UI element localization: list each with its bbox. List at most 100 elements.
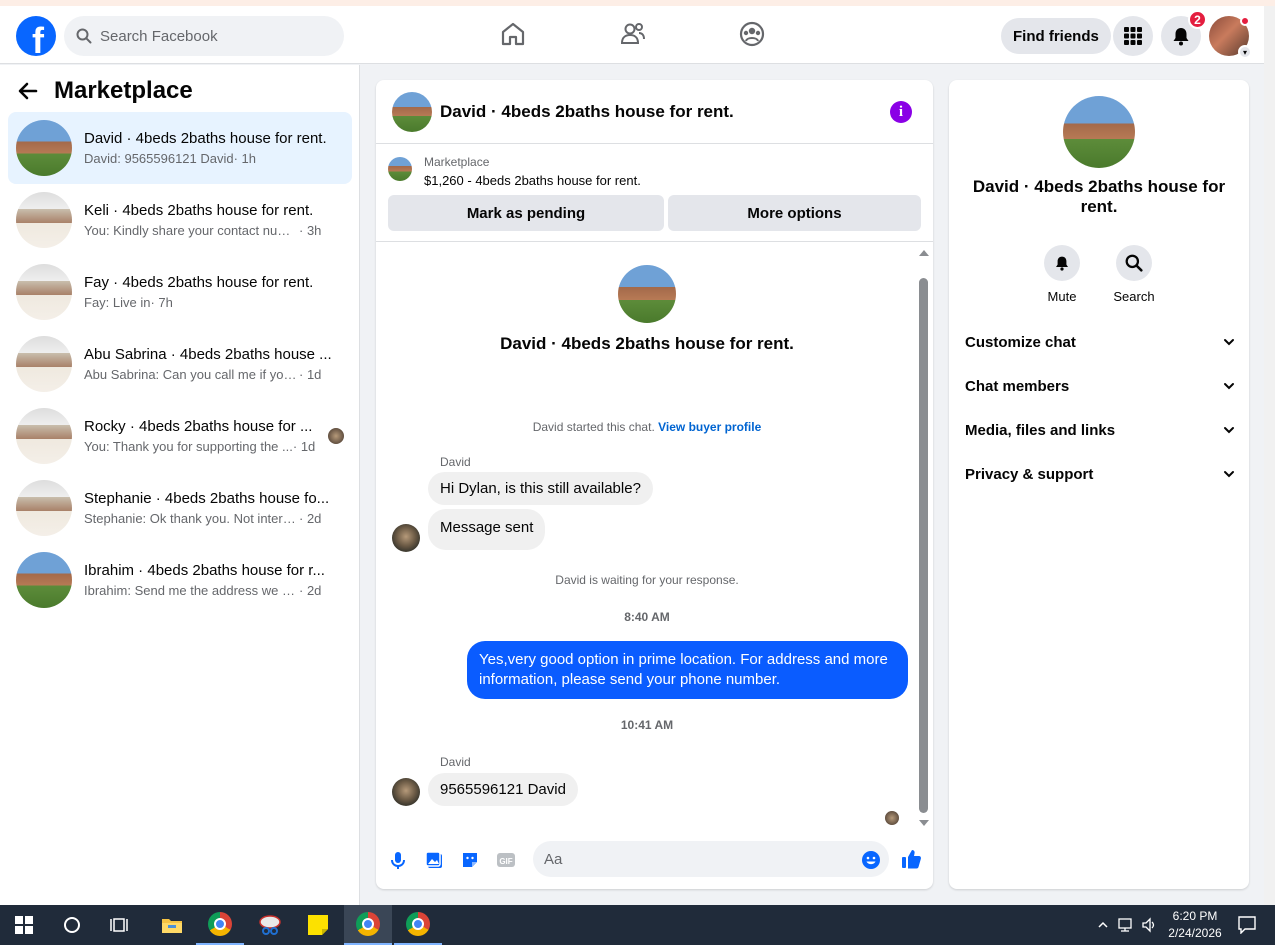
home-icon[interactable] bbox=[499, 20, 527, 48]
conversation-item[interactable]: Abu Sabrina · 4beds 2baths house ... Abu… bbox=[8, 328, 352, 400]
system-clock[interactable]: 6:20 PM 2/24/2026 bbox=[1162, 908, 1228, 942]
listing-detail[interactable]: $1,260 - 4beds 2baths house for rent. bbox=[424, 173, 641, 188]
chrome-active-button[interactable] bbox=[344, 905, 392, 945]
search-label: Search bbox=[1113, 289, 1155, 304]
message-composer: GIF bbox=[376, 832, 933, 889]
task-view-icon bbox=[110, 918, 128, 932]
chat-header-title[interactable]: David · 4beds 2baths house for rent. bbox=[440, 102, 734, 122]
scroll-down-arrow-icon[interactable] bbox=[919, 820, 929, 826]
snipping-tool-button[interactable] bbox=[246, 905, 294, 945]
section-label: Privacy & support bbox=[965, 465, 1094, 483]
marketplace-sidebar: Marketplace David · 4beds 2baths house f… bbox=[0, 65, 360, 905]
friends-icon[interactable] bbox=[619, 20, 647, 48]
emoji-icon[interactable] bbox=[861, 850, 881, 870]
chevron-up-icon[interactable] bbox=[1097, 919, 1109, 931]
conversation-title: Fay · 4beds 2baths house for rent. bbox=[84, 274, 314, 291]
chat-scrollbar[interactable] bbox=[918, 248, 930, 828]
conversation-time: · 1d bbox=[299, 367, 322, 382]
menu-grid-icon bbox=[1124, 27, 1142, 45]
find-friends-button[interactable]: Find friends bbox=[1001, 18, 1111, 54]
info-name: David · 4beds 2baths house for rent. bbox=[972, 177, 1226, 216]
chrome-taskbar-button[interactable] bbox=[196, 905, 244, 945]
conversation-item[interactable]: Keli · 4beds 2baths house for rent. You:… bbox=[8, 184, 352, 256]
incoming-message[interactable]: 9565596121 David bbox=[428, 773, 578, 806]
sender-avatar[interactable] bbox=[392, 778, 420, 806]
conversation-time: · 2d bbox=[299, 583, 322, 598]
search-action[interactable]: Search bbox=[1104, 245, 1164, 304]
back-arrow-icon[interactable] bbox=[18, 81, 38, 101]
message-sender: David bbox=[440, 755, 471, 769]
incoming-message[interactable]: Hi Dylan, is this still available? bbox=[428, 472, 653, 505]
chevron-down-icon bbox=[1224, 427, 1234, 434]
photo-icon[interactable] bbox=[424, 850, 444, 870]
chat-header-avatar[interactable] bbox=[392, 91, 432, 132]
conversation-time: · 1h bbox=[233, 151, 257, 166]
gif-icon[interactable]: GIF bbox=[496, 850, 516, 870]
task-view-button[interactable] bbox=[96, 905, 144, 945]
sticky-notes-button[interactable] bbox=[294, 905, 342, 945]
search-facebook-box[interactable] bbox=[64, 16, 344, 56]
conversation-snippet: You: Thank you for supporting the ... bbox=[84, 439, 293, 454]
notifications-button[interactable]: 2 bbox=[1161, 10, 1207, 56]
chat-members-section[interactable]: Chat members bbox=[965, 371, 1235, 401]
facebook-logo-icon[interactable]: f bbox=[16, 16, 56, 56]
media-files-links-section[interactable]: Media, files and links bbox=[965, 415, 1235, 445]
notification-center-icon[interactable] bbox=[1238, 916, 1256, 934]
more-options-button[interactable]: More options bbox=[668, 195, 921, 231]
message-thread: David · 4beds 2baths house for rent. Dav… bbox=[376, 242, 933, 832]
account-avatar[interactable]: ▾ bbox=[1209, 16, 1252, 59]
message-timestamp: 8:40 AM bbox=[624, 610, 670, 624]
conversation-time: · 1d bbox=[292, 439, 316, 454]
thumbs-up-icon[interactable] bbox=[900, 848, 922, 870]
network-icon[interactable] bbox=[1118, 917, 1136, 933]
listing-thumbnail bbox=[16, 408, 72, 464]
conversation-item[interactable]: Stephanie · 4beds 2baths house fo... Ste… bbox=[8, 472, 352, 544]
microphone-icon[interactable] bbox=[388, 850, 408, 870]
start-button[interactable] bbox=[0, 905, 48, 945]
listing-thumbnail bbox=[16, 480, 72, 536]
conversation-item[interactable]: Ibrahim · 4beds 2baths house for r... Ib… bbox=[8, 544, 352, 616]
page-scrollbar[interactable] bbox=[1264, 6, 1275, 905]
chevron-down-icon bbox=[1224, 471, 1234, 478]
conversation-snippet: Stephanie: Ok thank you. Not interest... bbox=[84, 511, 299, 526]
volume-icon[interactable] bbox=[1142, 917, 1158, 933]
listing-thumbnail bbox=[16, 552, 72, 608]
menu-button[interactable] bbox=[1113, 16, 1153, 56]
bell-icon bbox=[1173, 28, 1189, 46]
conversation-item[interactable]: David · 4beds 2baths house for rent. Dav… bbox=[8, 112, 352, 184]
mark-as-pending-button[interactable]: Mark as pending bbox=[388, 195, 664, 231]
listing-thumbnail bbox=[16, 120, 72, 176]
conversation-item[interactable]: Fay · 4beds 2baths house for rent. Fay: … bbox=[8, 256, 352, 328]
conversation-item[interactable]: Rocky · 4beds 2baths house for ... You: … bbox=[8, 400, 352, 472]
snipping-tool-icon bbox=[259, 915, 281, 935]
conversation-title: David · 4beds 2baths house for rent. bbox=[84, 130, 327, 147]
mute-action[interactable]: Mute bbox=[1032, 245, 1092, 304]
chrome-taskbar-button[interactable] bbox=[394, 905, 442, 945]
info-avatar[interactable] bbox=[1063, 96, 1135, 168]
customize-chat-section[interactable]: Customize chat bbox=[965, 327, 1235, 357]
search-facebook-input[interactable] bbox=[100, 27, 320, 45]
scroll-up-arrow-icon[interactable] bbox=[919, 250, 929, 256]
view-buyer-profile-link[interactable]: View buyer profile bbox=[658, 420, 761, 434]
mute-label: Mute bbox=[1047, 289, 1077, 304]
cortana-button[interactable] bbox=[48, 905, 96, 945]
outgoing-message[interactable]: Yes,very good option in prime location. … bbox=[467, 641, 908, 699]
privacy-support-section[interactable]: Privacy & support bbox=[965, 459, 1235, 489]
sticker-icon[interactable] bbox=[460, 850, 480, 870]
message-input[interactable] bbox=[544, 850, 844, 868]
scrollbar-thumb[interactable] bbox=[919, 278, 928, 813]
conversation-snippet: David: 9565596121 David bbox=[84, 151, 234, 166]
message-timestamp: 10:41 AM bbox=[620, 718, 674, 732]
info-icon[interactable]: i bbox=[890, 101, 912, 123]
groups-icon[interactable] bbox=[738, 20, 766, 48]
incoming-message[interactable]: Message sent bbox=[428, 509, 546, 550]
conversation-time: · 7h bbox=[150, 295, 173, 310]
file-explorer-button[interactable] bbox=[148, 905, 196, 945]
listing-thumbnail[interactable] bbox=[388, 157, 412, 181]
message-input-box[interactable] bbox=[533, 841, 889, 877]
listing-label: Marketplace bbox=[424, 155, 490, 169]
conversation-snippet: Ibrahim: Send me the address we will ... bbox=[84, 583, 299, 598]
sidebar-header: Marketplace bbox=[18, 77, 193, 105]
chat-started-notice: David started this chat. View buyer prof… bbox=[376, 420, 918, 434]
sender-avatar[interactable] bbox=[392, 524, 420, 552]
